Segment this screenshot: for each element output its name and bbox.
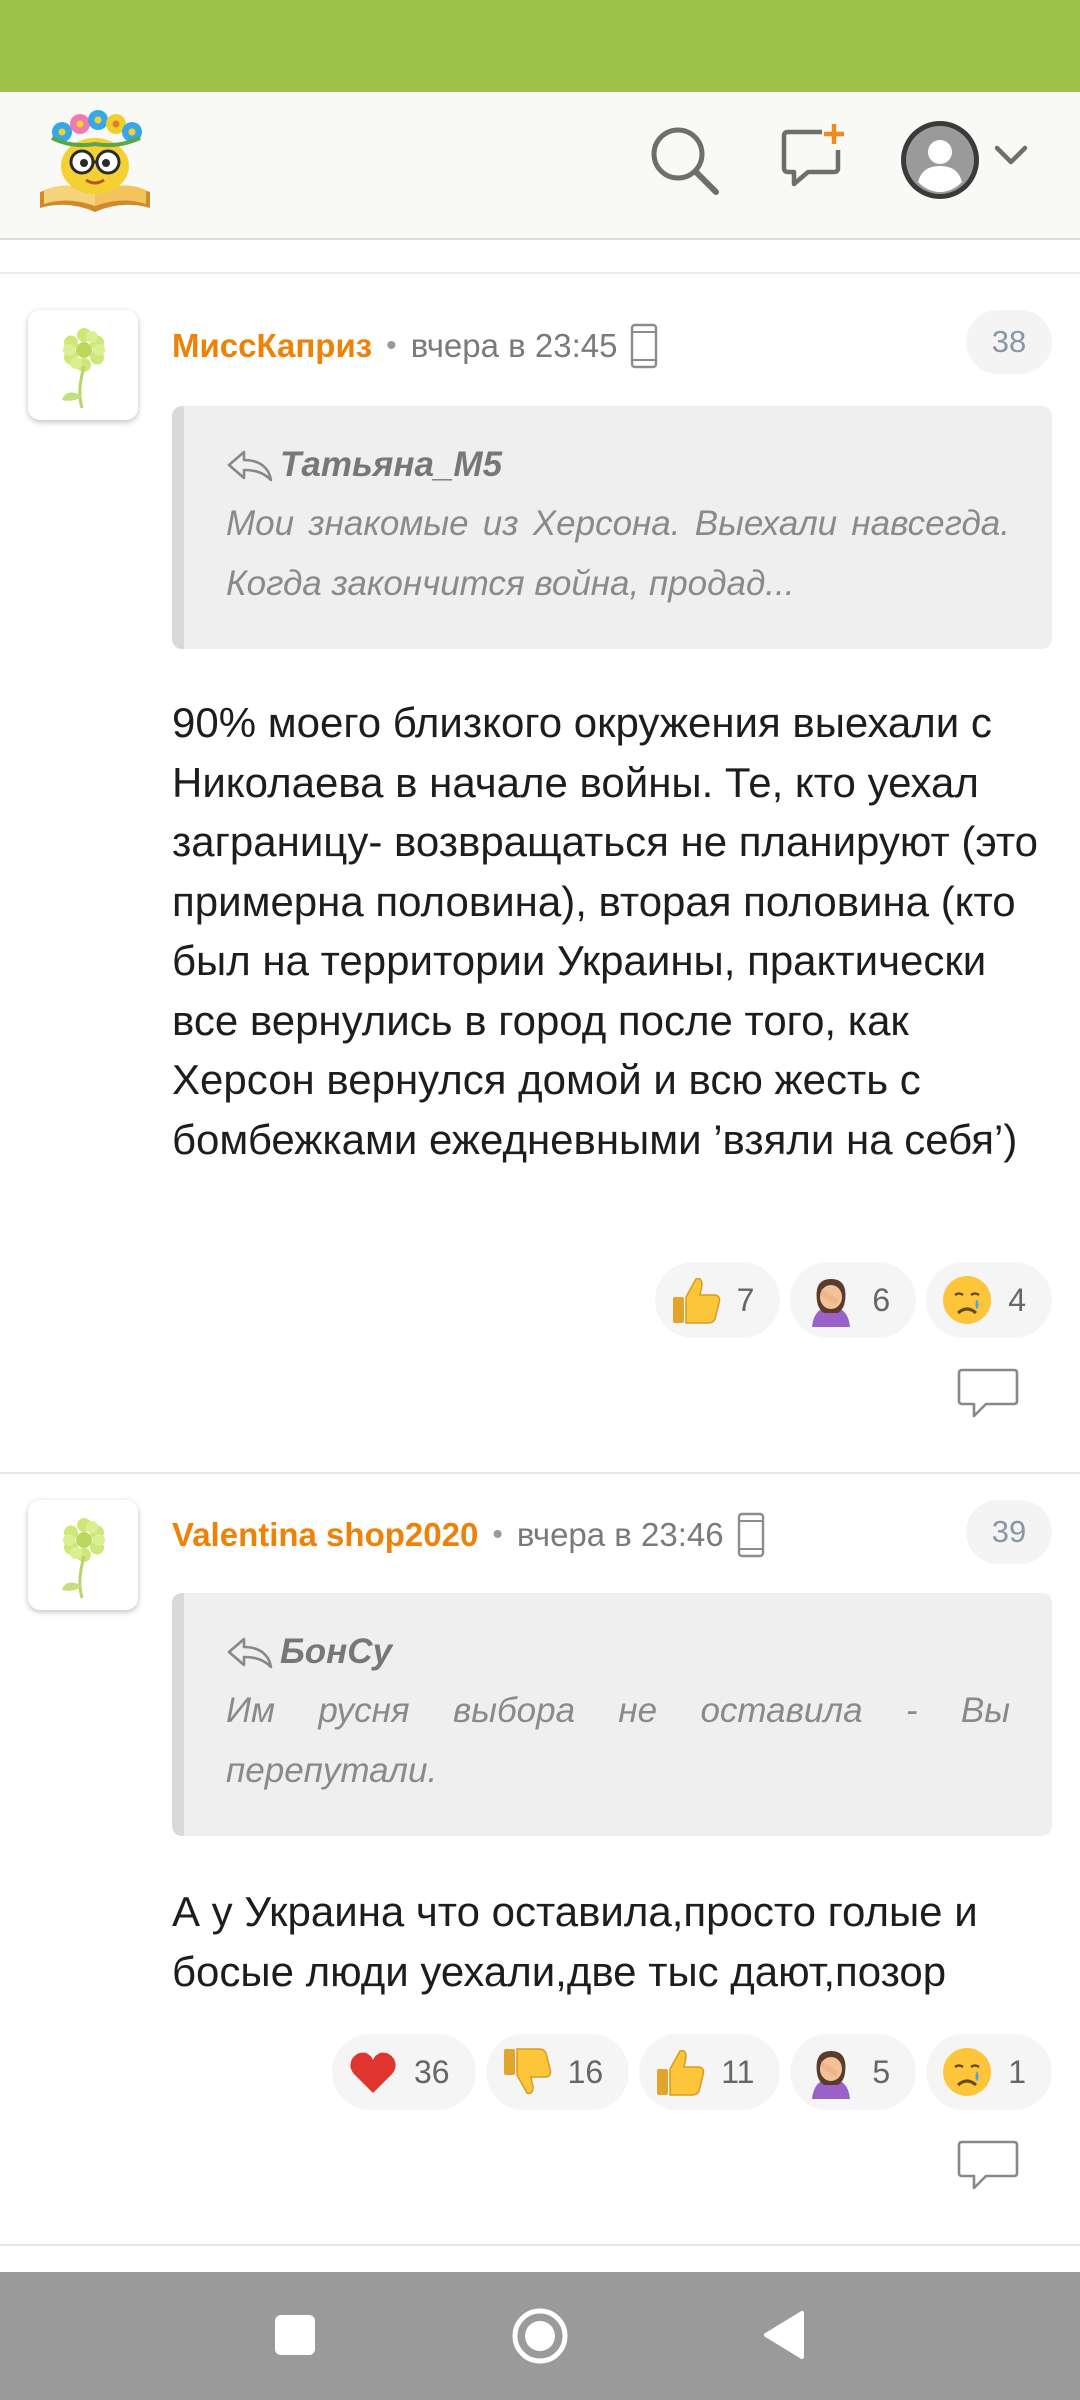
new-post-icon[interactable] — [778, 122, 850, 194]
comment-meta: Valentina shop2020 • вчера в 23:46 — [172, 1510, 766, 1560]
thumbs-up-icon — [653, 2045, 707, 2099]
reaction-facepalm[interactable]: 5 — [790, 2034, 917, 2110]
mobile-phone-icon — [629, 323, 659, 369]
system-navigation-bar — [0, 2272, 1080, 2400]
comment-author[interactable]: МиссКаприз — [172, 327, 372, 365]
crying-face-icon — [940, 2045, 994, 2099]
reaction-crying-face[interactable]: 1 — [926, 2034, 1052, 2110]
thumbs-down-icon — [500, 2045, 554, 2099]
comment-text: А у Украина что оставила,просто голые и … — [172, 1888, 978, 1995]
meta-dot: • — [492, 1518, 503, 1551]
comment-time: вчера в 23:45 — [410, 327, 618, 364]
facepalm-icon — [804, 2045, 858, 2099]
reaction-thumbs-down[interactable]: 16 — [485, 2034, 630, 2110]
reply-arrow-icon — [226, 448, 274, 482]
mobile-phone-icon — [736, 1512, 766, 1558]
quote-author: Татьяна_М5 — [280, 445, 503, 484]
daisy-icon — [28, 1500, 138, 1610]
recents-square-icon[interactable] — [274, 2314, 316, 2356]
status-bar — [0, 0, 1080, 92]
quote-text: Им русня выбора не оставила - Вы перепут… — [226, 1691, 1010, 1790]
reactions-bar: 7 6 4 — [654, 1262, 1052, 1338]
reaction-count: 5 — [872, 2053, 891, 2090]
reaction-count: 16 — [567, 2053, 604, 2090]
reaction-count: 36 — [414, 2053, 450, 2090]
reaction-facepalm[interactable]: 6 — [790, 1262, 917, 1338]
quoted-comment[interactable]: БонСу Им русня выбора не оставила - Вы п… — [172, 1593, 1052, 1836]
comment-divider — [0, 1472, 1080, 1474]
comment-divider — [0, 2244, 1080, 2246]
comment-number[interactable]: 38 — [966, 310, 1052, 374]
user-avatar[interactable] — [28, 1500, 138, 1610]
reaction-red-heart[interactable]: 36 — [332, 2034, 476, 2110]
quote-author: БонСу — [280, 1632, 393, 1671]
red-heart-icon — [346, 2045, 400, 2099]
meta-dot: • — [386, 329, 397, 362]
back-triangle-icon[interactable] — [762, 2310, 806, 2360]
comment-time: вчера в 23:46 — [516, 1516, 724, 1553]
reaction-count: 4 — [1008, 1281, 1026, 1318]
chevron-down-icon[interactable] — [994, 144, 1028, 168]
reaction-count: 1 — [1008, 2053, 1026, 2090]
facepalm-icon — [804, 1273, 858, 1327]
comment-author[interactable]: Valentina shop2020 — [172, 1516, 478, 1554]
reactions-bar: 36 16 11 5 1 — [332, 2034, 1052, 2110]
daisy-icon — [28, 310, 138, 420]
quote-author-row: БонСу — [226, 1625, 1010, 1679]
quote-author-row: Татьяна_М5 — [226, 438, 1010, 492]
quoted-comment[interactable]: Татьяна_М5 Мои знакомые из Херсона. Выех… — [172, 406, 1052, 649]
comment-text: 90% моего близкого окружения выехали с Н… — [172, 699, 1039, 1163]
reaction-thumbs-up[interactable]: 11 — [639, 2034, 781, 2110]
reaction-count: 11 — [721, 2053, 755, 2090]
comment-number[interactable]: 39 — [966, 1500, 1052, 1564]
reaction-count: 7 — [736, 1281, 755, 1318]
reading-flower-logo[interactable] — [32, 108, 158, 220]
home-circle-icon[interactable] — [510, 2306, 570, 2366]
reaction-count: 6 — [872, 1281, 891, 1318]
search-icon[interactable] — [646, 122, 722, 198]
thumbs-up-icon — [669, 1273, 723, 1327]
reply-bubble-icon[interactable] — [956, 2138, 1020, 2192]
reaction-thumbs-up[interactable]: 7 — [654, 1262, 781, 1338]
reply-arrow-icon — [226, 1635, 274, 1669]
crying-face-icon — [940, 1273, 994, 1327]
comment-meta: МиссКаприз • вчера в 23:45 — [172, 321, 659, 371]
quote-text: Мои знакомые из Херсона. Выехали навсегд… — [226, 504, 1010, 603]
reply-bubble-icon[interactable] — [956, 1366, 1020, 1420]
reaction-crying-face[interactable]: 4 — [926, 1262, 1052, 1338]
user-avatar[interactable] — [28, 310, 138, 420]
divider — [0, 272, 1080, 274]
top-app-bar — [0, 92, 1080, 240]
profile-avatar-icon[interactable] — [900, 120, 980, 200]
